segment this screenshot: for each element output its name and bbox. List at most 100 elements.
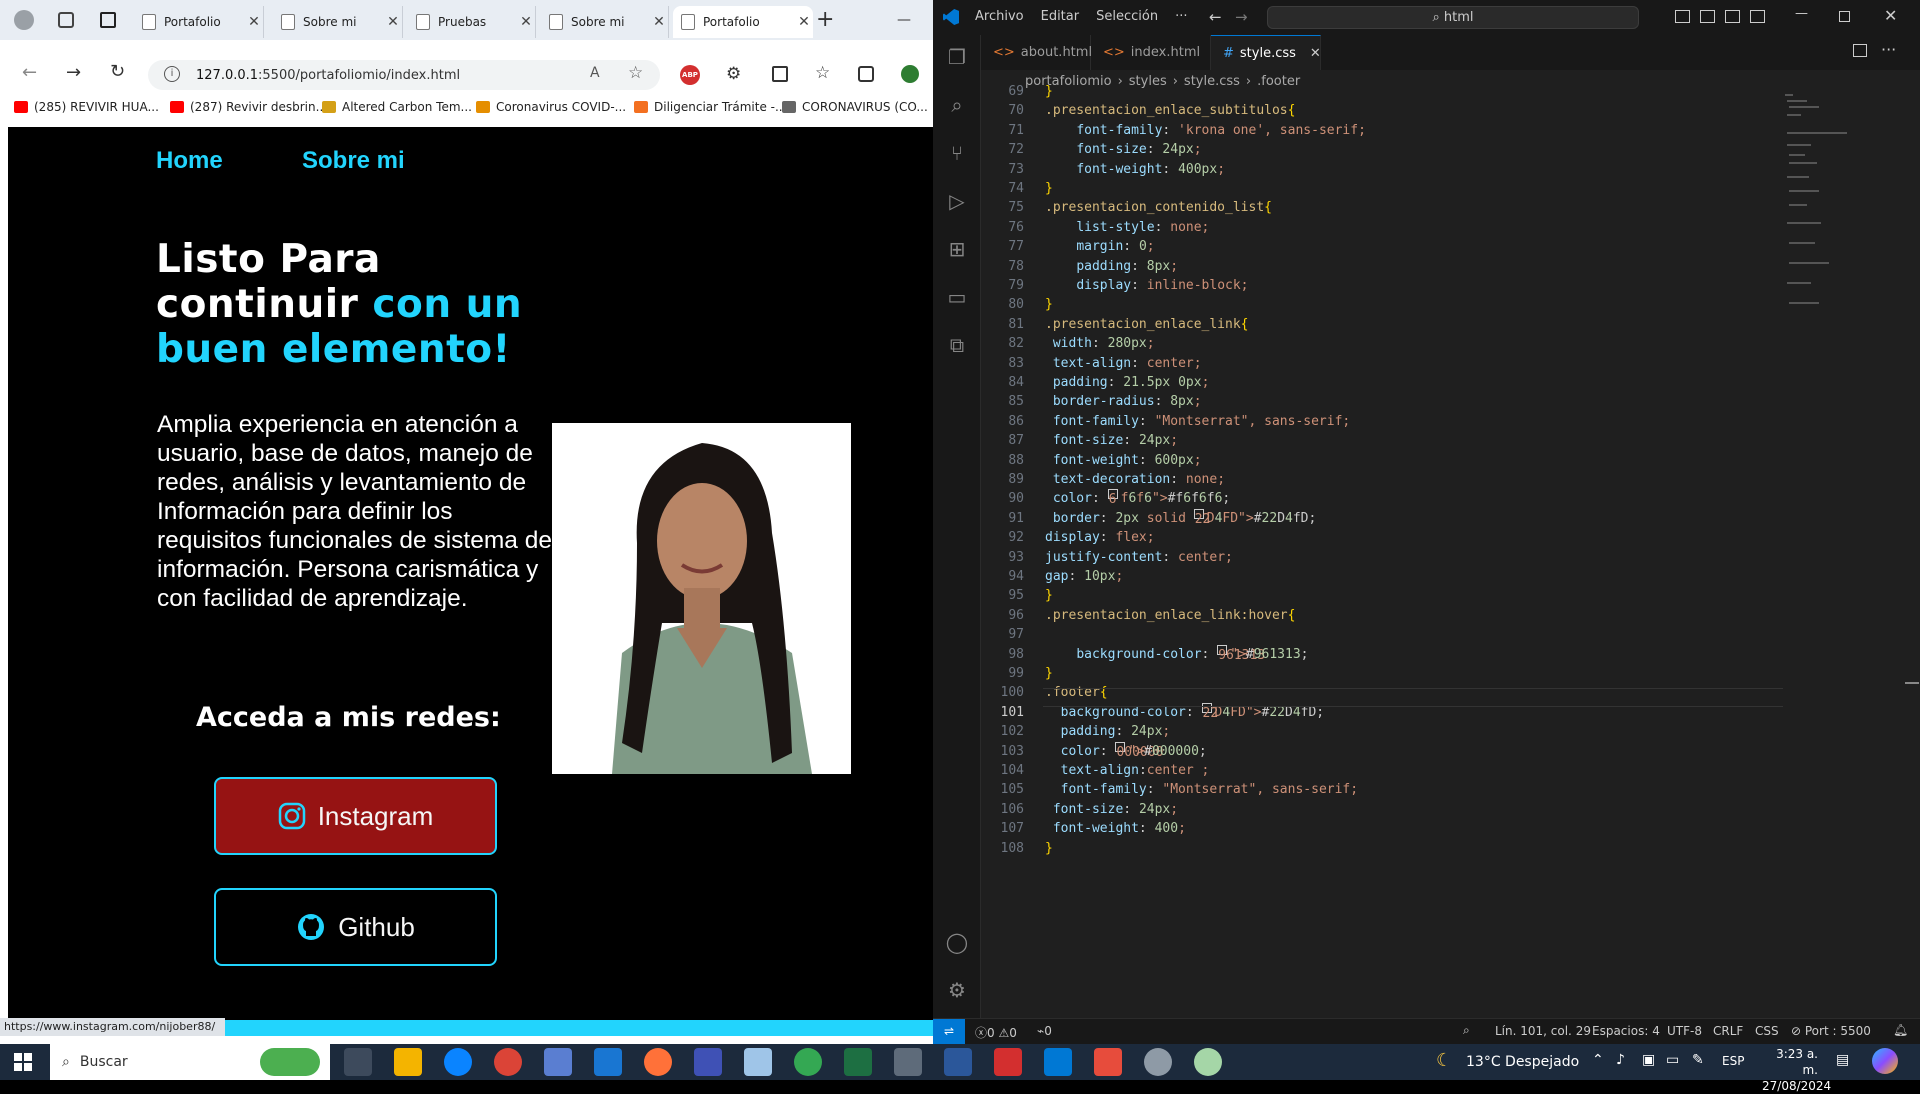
- code-line[interactable]: font-weight: 400px;: [1045, 160, 1225, 179]
- split-screen-icon[interactable]: [772, 66, 788, 82]
- indentation[interactable]: Espacios: 4: [1592, 1024, 1660, 1038]
- bookmark-item[interactable]: Diligenciar Trámite -...: [634, 100, 786, 114]
- minimize-icon[interactable]: —: [897, 12, 911, 28]
- scrollbar[interactable]: [1905, 682, 1919, 684]
- browser-tab[interactable]: Sobre mi ✕: [273, 6, 403, 38]
- menu-item[interactable]: Archivo: [975, 9, 1024, 24]
- app-cloud-icon[interactable]: [1144, 1048, 1172, 1076]
- app-blue-icon[interactable]: [694, 1048, 722, 1076]
- instagram-button[interactable]: Instagram: [214, 777, 497, 855]
- clock[interactable]: 3:23 a. m. 27/08/2024: [1762, 1046, 1831, 1094]
- code-line[interactable]: color: 6 f6f6">#f6f6f6;: [1045, 489, 1230, 508]
- workspaces-icon[interactable]: [58, 12, 74, 28]
- code-line[interactable]: text-align:center ;: [1045, 761, 1210, 780]
- close-tab-icon[interactable]: ✕: [245, 14, 263, 30]
- toggle-secondary-sidebar-icon[interactable]: [1725, 10, 1740, 23]
- tray-chevron-icon[interactable]: ⌃: [1592, 1052, 1604, 1068]
- profile-icon[interactable]: [14, 10, 34, 30]
- code-line[interactable]: text-decoration: none;: [1045, 470, 1225, 489]
- minimap[interactable]: [1783, 92, 1883, 392]
- code-line[interactable]: }: [1045, 586, 1053, 605]
- color-swatch[interactable]: 6: [1107, 489, 1118, 507]
- vscode-taskbar-icon[interactable]: [1044, 1048, 1072, 1076]
- color-swatch[interactable]: 000000: [1115, 741, 1163, 760]
- menu-item[interactable]: Selección: [1096, 9, 1158, 24]
- code-line[interactable]: font-weight: 600px;: [1045, 451, 1202, 470]
- code-line[interactable]: background-color: 961313">#961313;: [1045, 644, 1308, 664]
- code-line[interactable]: display: flex;: [1045, 528, 1155, 547]
- code-line[interactable]: display: inline-block;: [1045, 276, 1248, 295]
- code-line[interactable]: }: [1045, 295, 1053, 314]
- window-minimize-icon[interactable]: —: [1795, 6, 1808, 21]
- mail-icon[interactable]: [594, 1048, 622, 1076]
- back-icon[interactable]: ←: [22, 62, 37, 83]
- code-line[interactable]: .presentacion_enlace_link:hover{: [1045, 606, 1295, 625]
- encoding[interactable]: UTF-8: [1667, 1024, 1702, 1038]
- adblock-icon[interactable]: ABP: [680, 65, 700, 85]
- favorites-icon[interactable]: ☆: [815, 63, 830, 83]
- explorer-icon[interactable]: ❐: [945, 45, 969, 69]
- command-center-search[interactable]: ⌕ html: [1267, 6, 1639, 29]
- display-icon[interactable]: ▭: [1666, 1052, 1679, 1068]
- edge-icon[interactable]: [444, 1048, 472, 1076]
- code-line[interactable]: padding: 8px;: [1045, 257, 1178, 276]
- notification-center-icon[interactable]: ▤: [1836, 1052, 1849, 1068]
- editor-tab[interactable]: # style.css ✕: [1211, 35, 1321, 70]
- window-maximize-icon[interactable]: [1839, 11, 1850, 22]
- breadcrumb-item[interactable]: styles: [1129, 74, 1167, 89]
- nav-back-icon[interactable]: ←: [1209, 8, 1222, 26]
- extensions-view-icon[interactable]: ⊞: [945, 237, 969, 261]
- browser-tab[interactable]: Pruebas ✕: [408, 6, 536, 38]
- notes-icon[interactable]: [744, 1048, 772, 1076]
- remote-indicator[interactable]: ⇌: [933, 1019, 965, 1044]
- url-field[interactable]: i 127.0.0.1:5500/portafoliomio/index.htm…: [148, 60, 660, 90]
- vertical-tabs-icon[interactable]: [100, 12, 116, 28]
- code-line[interactable]: font-weight: 400;: [1045, 819, 1186, 838]
- code-line[interactable]: font-family: 'krona one', sans-serif;: [1045, 121, 1366, 140]
- code-line[interactable]: }: [1045, 839, 1053, 858]
- code-line[interactable]: text-align: center;: [1045, 354, 1202, 373]
- source-control-icon[interactable]: ⑂: [945, 141, 969, 165]
- remote-explorer-icon[interactable]: ▭: [945, 285, 969, 309]
- breadcrumb-item[interactable]: style.css: [1184, 74, 1240, 89]
- nav-about-link[interactable]: Sobre mi: [302, 147, 405, 175]
- window-close-icon[interactable]: ✕: [1884, 6, 1897, 25]
- site-info-icon[interactable]: i: [164, 66, 180, 82]
- start-icon[interactable]: [14, 1053, 32, 1071]
- github-button[interactable]: Github: [214, 888, 497, 966]
- code-line[interactable]: font-size: 24px;: [1045, 140, 1201, 159]
- copilot-icon[interactable]: [1872, 1048, 1898, 1074]
- calculator-icon[interactable]: [894, 1048, 922, 1076]
- toggle-sidebar-icon[interactable]: [1675, 10, 1690, 23]
- code-line[interactable]: gap: 10px;: [1045, 567, 1123, 586]
- weather-text[interactable]: 13°C Despejado: [1466, 1054, 1579, 1070]
- language-indicator[interactable]: ESP: [1722, 1054, 1744, 1068]
- extensions-icon[interactable]: ⚙: [726, 64, 741, 84]
- bookmark-item[interactable]: (287) Revivir desbrin...: [170, 100, 327, 114]
- code-line[interactable]: justify-content: center;: [1045, 548, 1233, 567]
- notifications-bell-icon[interactable]: 🔔︎: [1893, 1023, 1908, 1037]
- code-line[interactable]: .presentacion_enlace_link{: [1045, 315, 1249, 334]
- file-explorer-icon[interactable]: [394, 1048, 422, 1076]
- editor-tab[interactable]: <> index.html: [1091, 35, 1211, 70]
- code-line[interactable]: border-radius: 8px;: [1045, 392, 1202, 411]
- browser-tab[interactable]: Portafolio ✕: [673, 6, 813, 38]
- code-line[interactable]: padding: 21.5px 0px;: [1045, 373, 1210, 392]
- task-view-icon[interactable]: [344, 1048, 372, 1076]
- browser-essentials-icon[interactable]: [901, 65, 919, 83]
- zoom-icon[interactable]: ⌕: [1463, 1023, 1470, 1038]
- code-line[interactable]: .presentacion_enlace_subtitulos{: [1045, 101, 1295, 120]
- bookmark-item[interactable]: Altered Carbon Tem...: [322, 100, 472, 114]
- menu-item[interactable]: Editar: [1041, 9, 1080, 24]
- chrome-profile-icon[interactable]: [794, 1048, 822, 1076]
- forward-icon[interactable]: →: [66, 62, 81, 83]
- browser-tab[interactable]: Sobre mi ✕: [541, 6, 669, 38]
- code-line[interactable]: font-family: "Montserrat", sans-serif;: [1045, 780, 1358, 799]
- code-line[interactable]: }: [1045, 664, 1053, 683]
- language-mode[interactable]: CSS: [1755, 1024, 1779, 1038]
- close-tab-icon[interactable]: ✕: [384, 14, 402, 30]
- code-line[interactable]: padding: 24px;: [1045, 722, 1171, 741]
- word-icon[interactable]: [944, 1048, 972, 1076]
- app-misc-icon[interactable]: [1194, 1048, 1222, 1076]
- read-aloud-icon[interactable]: A: [590, 65, 600, 81]
